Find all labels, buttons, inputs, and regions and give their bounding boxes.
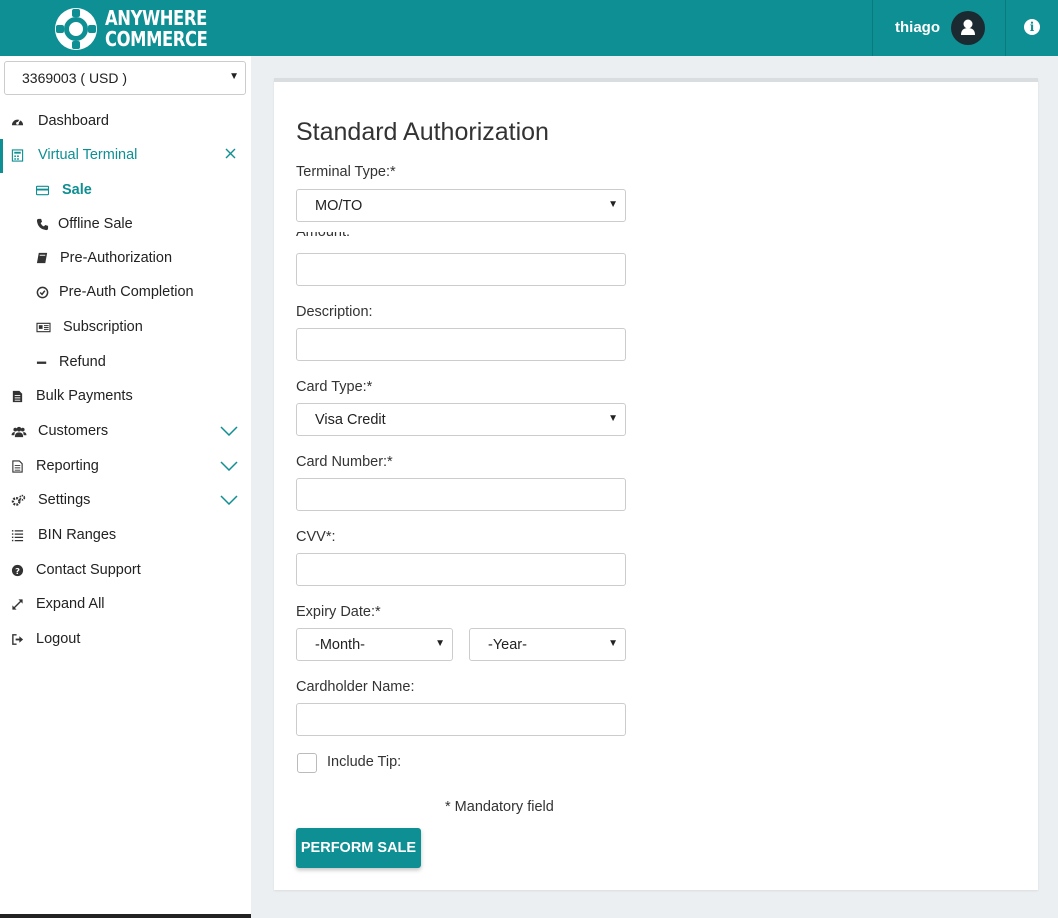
sidebar-item-bulk-payments[interactable]: Bulk Payments [0, 382, 251, 412]
newspaper-icon [36, 322, 51, 333]
active-indicator [0, 139, 3, 173]
info-icon[interactable]: i [1024, 19, 1040, 35]
sidebar-bottom-edge [0, 914, 251, 918]
dashboard-icon [11, 119, 24, 126]
sidebar-item-label: BIN Ranges [38, 527, 117, 543]
file-icon [12, 390, 23, 403]
sidebar-item-refund[interactable]: Refund [0, 348, 251, 378]
phone-icon [36, 218, 49, 231]
sidebar-item-label: Pre-Authorization [60, 250, 173, 266]
sidebar-item-dashboard[interactable]: Dashboard [0, 107, 251, 137]
expiry-date-label: Expiry Date:* [296, 604, 381, 620]
sidebar-item-subscription[interactable]: Subscription [0, 313, 251, 343]
sidebar-item-label: Customers [38, 423, 109, 439]
expand-icon [12, 599, 23, 610]
sidebar-item-label: Dashboard [38, 113, 109, 129]
perform-sale-button[interactable]: PERFORM SALE [296, 828, 421, 868]
sidebar-item-label: Reporting [36, 458, 99, 474]
list-icon [11, 530, 24, 542]
sidebar-item-pre-auth-completion[interactable]: Pre-Auth Completion [0, 278, 251, 308]
sidebar-item-label: Sale [62, 182, 92, 198]
sidebar-item-contact-support[interactable]: ? Contact Support [0, 556, 251, 586]
sidebar-item-label: Settings [38, 492, 91, 508]
expiry-year-value: -Year- [488, 637, 527, 653]
card-number-field[interactable] [296, 478, 626, 511]
page-title: Standard Authorization [296, 118, 549, 146]
chevron-down-icon: ▼ [608, 413, 618, 424]
expiry-year-select[interactable]: -Year- ▼ [469, 628, 626, 661]
chevron-down-icon: ▼ [608, 199, 618, 210]
sidebar-item-reporting[interactable]: Reporting [0, 452, 251, 482]
chevron-down-icon[interactable] [220, 426, 238, 436]
users-icon [11, 426, 27, 438]
minus-icon [36, 361, 47, 364]
sidebar-item-offline-sale[interactable]: Offline Sale [0, 210, 251, 240]
user-menu[interactable]: thiago [872, 0, 1006, 56]
cogs-icon [11, 494, 26, 506]
sidebar-item-label: Offline Sale [58, 216, 133, 232]
card-number-label: Card Number:* [296, 454, 393, 470]
expiry-month-value: -Month- [315, 637, 365, 653]
sidebar-item-label: Bulk Payments [36, 388, 133, 404]
cardholder-name-label: Cardholder Name: [296, 679, 415, 695]
card-type-select[interactable]: Visa Credit ▼ [296, 403, 626, 436]
sidebar-item-expand-all[interactable]: Expand All [0, 590, 251, 620]
terminal-type-value: MO/TO [315, 198, 363, 214]
amount-label-clip: Amount: [296, 232, 496, 244]
svg-text:?: ? [15, 566, 20, 576]
terminal-type-select[interactable]: MO/TO ▼ [296, 189, 626, 222]
sidebar-item-bin-ranges[interactable]: BIN Ranges [0, 521, 251, 551]
chevron-down-icon: ▼ [608, 638, 618, 649]
account-select-value: 3369003 ( USD ) [22, 70, 128, 86]
cardholder-name-field[interactable] [296, 703, 626, 736]
chevron-down-icon: ▼ [229, 71, 239, 82]
amount-field[interactable] [296, 253, 626, 286]
account-select[interactable]: 3369003 ( USD ) ▼ [4, 61, 246, 95]
include-tip-label: Include Tip: [327, 754, 402, 770]
description-field[interactable] [296, 328, 626, 361]
description-label: Description: [296, 304, 373, 320]
sidebar-item-label: Logout [36, 631, 81, 647]
chevron-down-icon[interactable] [220, 461, 238, 471]
expiry-month-select[interactable]: -Month- ▼ [296, 628, 453, 661]
user-avatar-icon[interactable] [951, 11, 985, 45]
sidebar-item-virtual-terminal[interactable]: Virtual Terminal [0, 139, 251, 173]
check-circle-icon [36, 286, 49, 299]
top-header: ANYWHERE COMMERCE thiago i [0, 0, 1058, 56]
sidebar-item-label: Virtual Terminal [38, 147, 138, 163]
sidebar-item-customers[interactable]: Customers [0, 417, 251, 447]
book-icon [36, 252, 48, 264]
sidebar-item-label: Expand All [36, 596, 105, 612]
question-circle-icon: ? [11, 564, 24, 577]
credit-card-icon [36, 185, 49, 196]
mandatory-note: * Mandatory field [445, 799, 554, 815]
user-name: thiago [895, 19, 940, 36]
logo-icon [55, 8, 97, 50]
include-tip-checkbox[interactable] [297, 753, 317, 773]
sidebar-item-label: Pre-Auth Completion [59, 284, 194, 300]
amount-label: Amount: [296, 232, 350, 240]
chevron-down-icon[interactable] [220, 495, 238, 505]
card-type-value: Visa Credit [315, 412, 386, 428]
terminal-type-label: Terminal Type:* [296, 164, 396, 180]
card-type-label: Card Type:* [296, 379, 373, 395]
cvv-field[interactable] [296, 553, 626, 586]
sidebar-item-logout[interactable]: Logout [0, 625, 251, 655]
file-text-icon [12, 460, 23, 473]
sidebar-item-pre-authorization[interactable]: Pre-Authorization [0, 244, 251, 274]
calculator-icon [11, 149, 24, 162]
sidebar-item-label: Contact Support [36, 562, 141, 578]
close-icon[interactable] [225, 148, 236, 159]
chevron-down-icon: ▼ [435, 638, 445, 649]
logo-text: ANYWHERE COMMERCE [105, 6, 208, 51]
sign-out-icon [12, 634, 24, 645]
cvv-label: CVV*: [296, 529, 336, 545]
sidebar-item-label: Refund [59, 354, 106, 370]
brand-logo[interactable]: ANYWHERE COMMERCE [55, 8, 230, 50]
sidebar-item-sale[interactable]: Sale [0, 176, 251, 206]
sidebar-item-settings[interactable]: Settings [0, 486, 251, 516]
sidebar-item-label: Subscription [63, 319, 143, 335]
